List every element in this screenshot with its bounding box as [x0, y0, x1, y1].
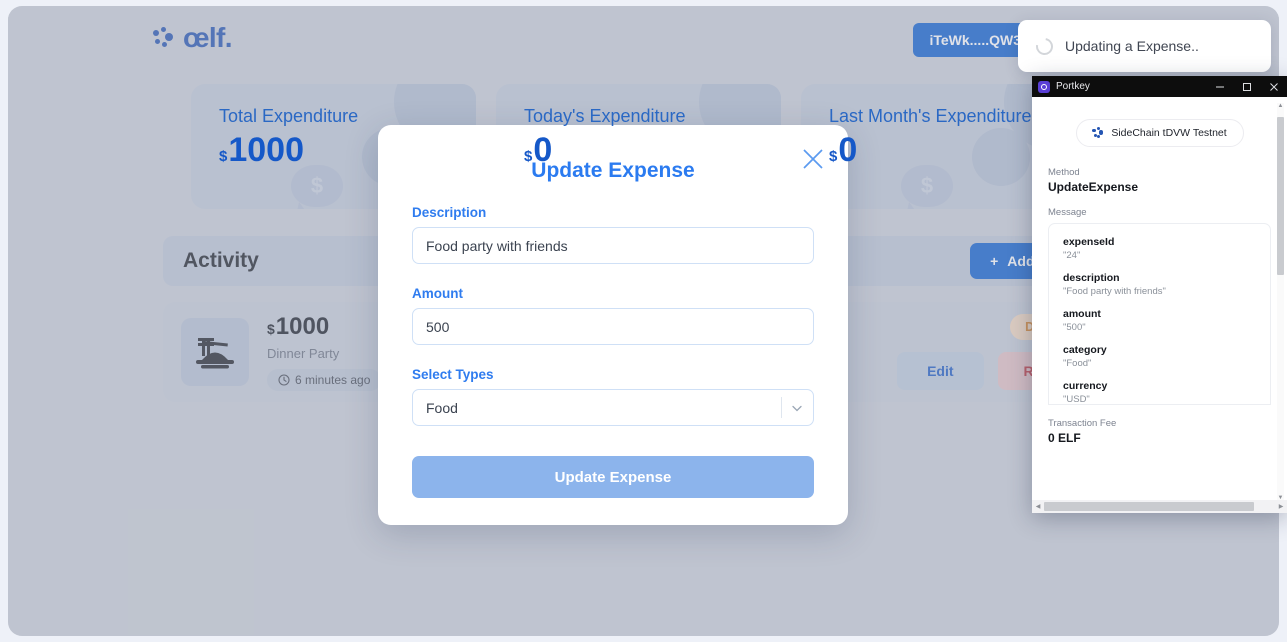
message-key: amount: [1063, 308, 1101, 320]
message-value: "Food": [1063, 358, 1092, 369]
maximize-icon[interactable]: [1233, 76, 1260, 97]
scroll-thumb-horizontal[interactable]: [1044, 502, 1254, 511]
toast-message: Updating a Expense..: [1065, 38, 1199, 54]
scroll-thumb[interactable]: [1277, 117, 1284, 275]
close-icon[interactable]: [1260, 76, 1287, 97]
portkey-window: Portkey SideChain tDVW Testnet Method Up…: [1032, 76, 1287, 513]
method-value: UpdateExpense: [1048, 180, 1139, 194]
select-types-input[interactable]: [412, 389, 814, 426]
message-value: "USD": [1063, 394, 1090, 405]
transaction-fee-value: 0 ELF: [1048, 431, 1081, 445]
select-divider: [781, 397, 782, 418]
message-value: "Food party with friends": [1063, 286, 1166, 297]
scroll-up-icon[interactable]: ▲: [1277, 103, 1284, 109]
portkey-logo-icon: [1038, 80, 1050, 93]
message-value: "500": [1063, 322, 1086, 333]
spinner-icon: [1032, 34, 1057, 58]
portkey-body: SideChain tDVW Testnet Method UpdateExpe…: [1032, 97, 1287, 513]
method-label: Method: [1048, 167, 1080, 178]
amount-input[interactable]: [412, 308, 814, 345]
description-label: Description: [412, 205, 487, 220]
portkey-vertical-scrollbar[interactable]: ▲ ▼: [1277, 103, 1284, 501]
message-key: currency: [1063, 380, 1108, 392]
screen: œlf. iTeWk.....QW3 $ Total Expenditure $…: [0, 0, 1287, 642]
portkey-window-controls: [1206, 76, 1287, 97]
scroll-right-icon[interactable]: ▶: [1275, 503, 1287, 510]
status-toast: Updating a Expense..: [1018, 20, 1271, 72]
network-chip-label: SideChain tDVW Testnet: [1111, 127, 1227, 139]
description-input[interactable]: [412, 227, 814, 264]
update-expense-submit-button[interactable]: Update Expense: [412, 456, 814, 498]
stat-value: $1000: [219, 131, 304, 169]
scroll-left-icon[interactable]: ◀: [1032, 503, 1044, 510]
minimize-icon[interactable]: [1206, 76, 1233, 97]
portkey-titlebar[interactable]: Portkey: [1032, 76, 1287, 97]
update-expense-modal: Update Expense Description Amount Select…: [378, 125, 848, 525]
select-types-wrapper: [412, 389, 814, 426]
message-key: expenseId: [1063, 236, 1115, 248]
message-key: description: [1063, 272, 1120, 284]
amount-label: Amount: [412, 286, 463, 301]
aelf-mark-icon: [1092, 127, 1104, 139]
portkey-window-title: Portkey: [1056, 81, 1090, 92]
select-types-label: Select Types: [412, 367, 494, 382]
message-label: Message: [1048, 207, 1087, 218]
stat-title: Today's Expenditure: [524, 106, 686, 126]
stat-value: $0: [524, 131, 553, 169]
stat-title: Total Expenditure: [219, 106, 359, 126]
portkey-horizontal-scrollbar[interactable]: ◀ ▶: [1032, 500, 1287, 513]
message-key: category: [1063, 344, 1107, 356]
message-value: "24": [1063, 250, 1081, 261]
close-x-icon[interactable]: [800, 146, 826, 172]
message-box: expenseId "24" description "Food party w…: [1048, 223, 1271, 405]
transaction-fee-label: Transaction Fee: [1048, 418, 1117, 429]
network-chip[interactable]: SideChain tDVW Testnet: [1075, 119, 1244, 147]
